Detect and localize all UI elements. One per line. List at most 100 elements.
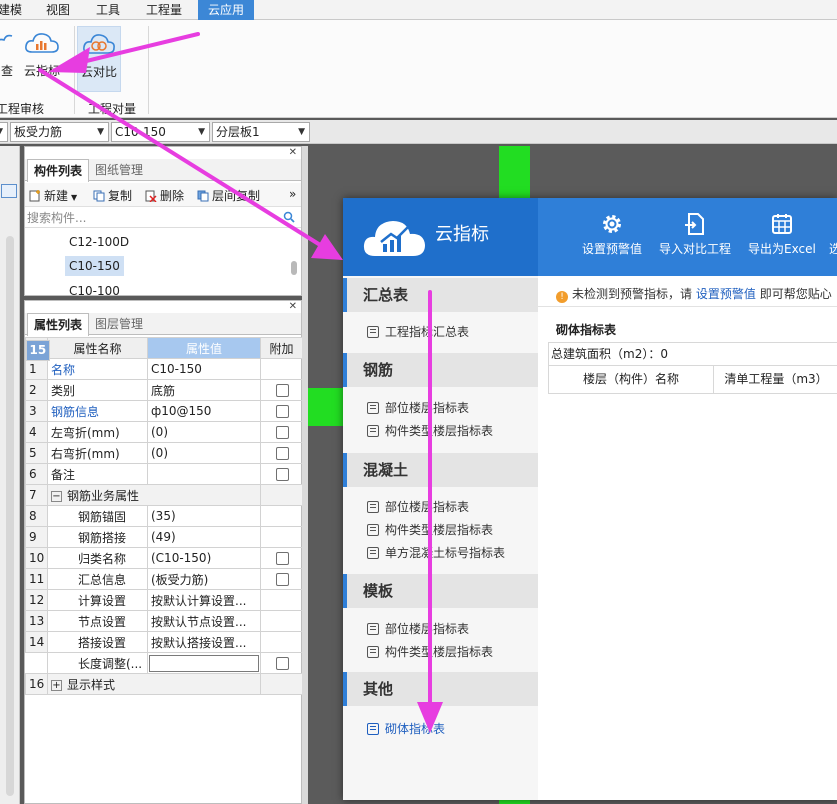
new-button[interactable]: 新建 ▼	[29, 187, 77, 204]
set-warning-link[interactable]: 设置预警值	[696, 287, 756, 301]
table-row[interactable]: 10 归类名称 (C10-150)	[25, 547, 303, 569]
table-row[interactable]: 1 名称 C10-150	[25, 358, 303, 380]
tab-property-list[interactable]: 属性列表	[27, 313, 90, 336]
menu-tools[interactable]: 工具	[96, 0, 120, 20]
dock-scrollbar[interactable]	[6, 236, 14, 796]
menu-quantity[interactable]: 工程量	[146, 0, 182, 20]
table-row-selected[interactable]: 15 长度调整(...	[25, 339, 303, 674]
collapse-icon[interactable]: −	[51, 490, 62, 502]
group-label-review: 工程审核	[0, 102, 45, 116]
table-row-group[interactable]: 7 − 钢筋业务属性	[25, 484, 303, 506]
property-value[interactable]: (板受力筋)	[147, 568, 261, 590]
cloud-check-button[interactable]: 查	[0, 30, 18, 90]
masonry-table-header: 楼层（构件）名称 清单工程量（m3）	[548, 366, 837, 394]
table-row[interactable]: 12 计算设置 按默认计算设置...	[25, 589, 303, 611]
chevron-down-icon: ▼	[0, 123, 3, 141]
property-value[interactable]	[147, 463, 261, 485]
extra-checkbox[interactable]	[276, 657, 289, 670]
property-value[interactable]: (0)	[147, 442, 261, 464]
tab-component-list[interactable]: 构件列表	[27, 159, 90, 182]
extra-checkbox[interactable]	[276, 447, 289, 460]
property-value[interactable]: (0)	[147, 421, 261, 443]
link-formwork-part-floor[interactable]: 部位楼层指标表	[367, 620, 469, 637]
extra-checkbox[interactable]	[276, 468, 289, 481]
selector-partial[interactable]: ▼	[0, 122, 8, 142]
table-row[interactable]: 5 右弯折(mm) (0)	[25, 442, 303, 464]
table-row[interactable]: 13 节点设置 按默认节点设置...	[25, 610, 303, 632]
property-value[interactable]: 底筋	[147, 379, 261, 401]
table-row[interactable]: 6 备注	[25, 463, 303, 485]
property-value[interactable]: (35)	[147, 505, 261, 527]
table-row[interactable]: 11 汇总信息 (板受力筋)	[25, 568, 303, 590]
link-rebar-type-floor[interactable]: 构件类型楼层指标表	[367, 422, 493, 439]
component-item[interactable]: C12-100D	[65, 232, 133, 252]
link-masonry-index[interactable]: 砌体指标表	[367, 720, 445, 737]
property-name: 名称	[47, 358, 148, 380]
link-concrete-part-floor[interactable]: 部位楼层指标表	[367, 498, 469, 515]
select-button[interactable]: 选	[829, 212, 837, 257]
extra-checkbox[interactable]	[276, 405, 289, 418]
cloud-check-icon	[0, 34, 13, 42]
component-search-input[interactable]: 搜索构件...	[25, 208, 301, 228]
table-row[interactable]: 2 类别 底筋	[25, 379, 303, 401]
dock-toggle-button[interactable]	[1, 184, 17, 198]
tab-layer-management[interactable]: 图层管理	[89, 313, 149, 335]
property-value[interactable]: 按默认搭接设置...	[147, 631, 261, 653]
length-adjust-input[interactable]	[149, 654, 259, 672]
property-value[interactable]: C10-150	[147, 358, 261, 380]
copy-button[interactable]: 复制	[93, 187, 132, 204]
property-value[interactable]: ф10@150	[147, 400, 261, 422]
component-item[interactable]: C10-100	[65, 280, 124, 296]
property-value[interactable]: (49)	[147, 526, 261, 548]
table-row[interactable]: 4 左弯折(mm) (0)	[25, 421, 303, 443]
tab-drawing-management[interactable]: 图纸管理	[89, 159, 149, 181]
cloud-index-label: 云指标	[23, 64, 60, 78]
cloud-index-button[interactable]: 云指标	[20, 30, 64, 90]
document-icon	[367, 524, 379, 536]
set-warning-button[interactable]: 设置预警值	[582, 212, 642, 257]
property-name: 钢筋锚固	[47, 505, 148, 527]
component-type-select[interactable]: 板受力筋 ▼	[10, 122, 109, 142]
link-rebar-part-floor[interactable]: 部位楼层指标表	[367, 399, 469, 416]
link-concrete-grade[interactable]: 单方混凝土标号指标表	[367, 544, 505, 561]
menu-view[interactable]: 视图	[46, 0, 70, 20]
component-select[interactable]: C10-150 ▼	[111, 122, 210, 142]
cloud-compare-button[interactable]: 云对比	[77, 26, 121, 92]
layer-select[interactable]: 分层板1 ▼	[212, 122, 310, 142]
close-icon[interactable]: ✕	[289, 301, 297, 312]
table-row-group[interactable]: 16 + 显示样式	[25, 673, 303, 695]
extra-checkbox[interactable]	[276, 426, 289, 439]
component-item-selected[interactable]: C10-150	[65, 256, 124, 276]
property-value[interactable]: 按默认节点设置...	[147, 610, 261, 632]
expand-icon[interactable]: +	[51, 679, 62, 691]
link-label: 工程指标汇总表	[385, 325, 470, 339]
cloud-index-window: 云指标 设置预警值 导入对比工程 导出为Excel 选 汇总表 工程指标汇总表 …	[343, 198, 837, 800]
floor-copy-button[interactable]: 层间复制	[197, 187, 260, 204]
document-icon	[367, 326, 379, 338]
table-row[interactable]: 9 钢筋搭接 (49)	[25, 526, 303, 548]
close-icon[interactable]: ✕	[289, 147, 297, 158]
row-number: 16	[25, 673, 48, 695]
component-list-scrollbar[interactable]	[291, 261, 297, 275]
link-concrete-type-floor[interactable]: 构件类型楼层指标表	[367, 521, 493, 538]
table-row[interactable]: 14 搭接设置 按默认搭接设置...	[25, 631, 303, 653]
link-formwork-type-floor[interactable]: 构件类型楼层指标表	[367, 643, 493, 660]
search-icon[interactable]	[283, 211, 295, 223]
extra-checkbox[interactable]	[276, 384, 289, 397]
table-row[interactable]: 3 钢筋信息 ф10@150	[25, 400, 303, 422]
delete-button[interactable]: 删除	[145, 187, 184, 204]
link-project-index-summary[interactable]: 工程指标汇总表	[367, 323, 469, 340]
more-tools-button[interactable]: »	[289, 187, 296, 201]
extra-checkbox[interactable]	[276, 573, 289, 586]
export-excel-button[interactable]: 导出为Excel	[748, 212, 816, 257]
menu-modeling[interactable]: 建模	[0, 0, 22, 20]
table-row[interactable]: 8 钢筋锚固 (35)	[25, 505, 303, 527]
menu-cloud-app[interactable]: 云应用	[198, 0, 255, 20]
property-value[interactable]: (C10-150)	[147, 547, 261, 569]
property-name: 右弯折(mm)	[47, 442, 148, 464]
property-value[interactable]: 按默认计算设置...	[147, 589, 261, 611]
extra-checkbox[interactable]	[276, 552, 289, 565]
ribbon: 查 云指标 云对比 工程审核 工程对量	[0, 20, 837, 118]
import-compare-button[interactable]: 导入对比工程	[659, 212, 731, 257]
row-number: 2	[25, 379, 48, 401]
